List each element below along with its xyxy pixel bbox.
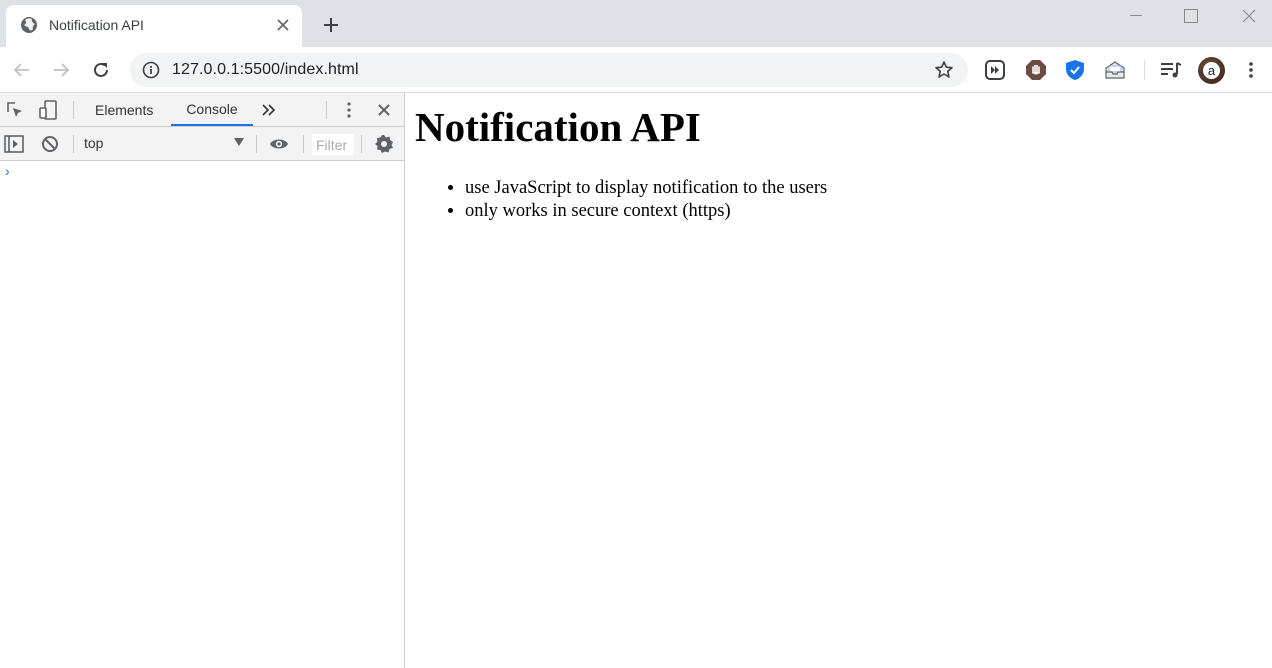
devtools-divider: [73, 101, 74, 119]
profile-avatar[interactable]: a: [1198, 57, 1225, 84]
tab-title: Notification API: [49, 17, 144, 33]
console-prompt[interactable]: ›: [5, 163, 17, 179]
devtools-tab-bar: Elements Console: [0, 93, 404, 127]
console-divider: [361, 135, 362, 153]
info-icon[interactable]: [142, 61, 160, 79]
feature-list: use JavaScript to display notification t…: [465, 177, 827, 223]
maximize-icon[interactable]: [1162, 0, 1220, 32]
show-sidebar-icon[interactable]: [3, 133, 25, 155]
toolbar-divider: [1144, 60, 1145, 80]
forward-button[interactable]: [47, 56, 75, 84]
console-output[interactable]: ›: [0, 161, 404, 668]
url-text[interactable]: 127.0.0.1:5500/index.html: [172, 61, 359, 79]
devtools-menu-icon[interactable]: [338, 99, 360, 121]
avatar-letter: a: [1203, 62, 1220, 79]
list-item: use JavaScript to display notification t…: [465, 177, 827, 200]
tab-elements[interactable]: Elements: [95, 93, 153, 126]
console-divider: [256, 135, 257, 153]
console-settings-gear-icon[interactable]: [373, 133, 395, 155]
tab-console[interactable]: Console: [171, 93, 253, 126]
console-filter-input[interactable]: [312, 134, 354, 155]
inbox-icon[interactable]: [1103, 58, 1127, 82]
chevron-down-icon: [234, 138, 244, 146]
browser-toolbar: 127.0.0.1:5500/index.html a: [0, 47, 1272, 93]
browser-tab[interactable]: Notification API: [6, 5, 302, 47]
menu-kebab-icon[interactable]: [1239, 58, 1263, 82]
context-selector[interactable]: top: [84, 135, 250, 153]
devtools-panel: Elements Console top Filter ›: [0, 93, 405, 668]
console-divider: [73, 135, 74, 153]
tab-strip: Notification API: [0, 0, 1272, 47]
more-tabs-chevron-icon[interactable]: [258, 99, 280, 121]
globe-icon: [20, 16, 38, 34]
shield-icon[interactable]: [1063, 58, 1087, 82]
page-title: Notification API: [415, 104, 701, 150]
devtools-divider: [326, 101, 327, 119]
address-bar[interactable]: 127.0.0.1:5500/index.html: [130, 53, 968, 87]
new-tab-button[interactable]: [320, 14, 342, 36]
window-close-icon[interactable]: [1220, 0, 1272, 32]
media-controls-icon[interactable]: [1159, 58, 1183, 82]
media-extension-icon[interactable]: [983, 58, 1007, 82]
back-button[interactable]: [8, 56, 36, 84]
tab-close-icon[interactable]: [274, 16, 292, 34]
clear-console-icon[interactable]: [39, 133, 61, 155]
live-expression-eye-icon[interactable]: [268, 133, 290, 155]
console-divider: [303, 135, 304, 153]
devtools-close-icon[interactable]: [373, 99, 395, 121]
list-item: only works in secure context (https): [465, 200, 827, 223]
inspect-element-icon[interactable]: [4, 99, 26, 121]
minimize-icon[interactable]: [1107, 0, 1165, 32]
reload-button[interactable]: [87, 56, 115, 84]
console-toolbar: top: [0, 127, 404, 161]
device-toolbar-icon[interactable]: [37, 99, 59, 121]
page-viewport: Notification API use JavaScript to displ…: [406, 93, 1272, 668]
stop-hand-icon[interactable]: [1024, 58, 1048, 82]
bookmark-star-icon[interactable]: [934, 60, 954, 80]
context-value: top: [84, 135, 104, 151]
